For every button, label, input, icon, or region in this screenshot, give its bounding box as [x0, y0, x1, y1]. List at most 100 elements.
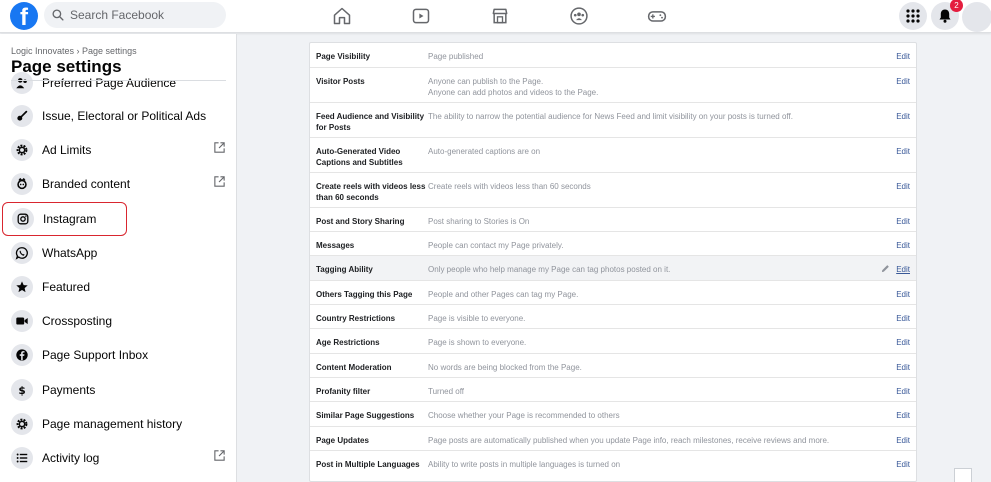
sidebar-item-label: Crossposting	[42, 314, 113, 328]
setting-value: Page published	[428, 52, 484, 61]
edit-link[interactable]: Edit	[896, 181, 910, 192]
edit-link[interactable]: Edit	[896, 337, 910, 348]
edit-link[interactable]: Edit	[896, 289, 910, 300]
edit-link[interactable]: Edit	[896, 435, 910, 446]
setting-value: Page posts are automatically published w…	[428, 436, 830, 445]
setting-label: Content Moderation	[316, 363, 392, 372]
breadcrumb: Logic Innovates › Page settings	[11, 46, 137, 56]
setting-label: Post and Story Sharing	[316, 217, 405, 226]
dollar-icon: $	[11, 379, 33, 401]
setting-label: Tagging Ability	[316, 265, 373, 274]
branded-content-icon	[11, 173, 33, 195]
setting-value: No words are being blocked from the Page…	[428, 363, 582, 372]
setting-label: Feed Audience and Visibility for Posts	[316, 112, 425, 132]
gaming-icon[interactable]	[646, 5, 668, 27]
scroll-corner-widget[interactable]	[954, 468, 972, 482]
sidebar-item-label: Preferred Page Audience	[42, 76, 177, 90]
gear-icon	[11, 139, 33, 161]
setting-value-line: Anyone can publish to the Page.	[428, 77, 544, 86]
edit-link[interactable]: Edit	[896, 410, 910, 421]
page-title: Page settings	[11, 57, 122, 76]
external-link-icon	[214, 142, 225, 153]
facebook-logo[interactable]: f	[10, 2, 38, 30]
sidebar-item-label: Featured	[42, 280, 91, 294]
edit-link[interactable]: Edit	[896, 313, 910, 324]
settings-row-age-restrictions[interactable]: Age Restrictions Page is shown to everyo…	[310, 329, 916, 354]
settings-row-profanity-filter[interactable]: Profanity filter Turned off Edit	[310, 378, 916, 402]
sidebar-item-page-management-history[interactable]: Page management history	[2, 407, 226, 441]
profile-avatar[interactable]	[962, 2, 991, 32]
star-icon	[11, 276, 33, 298]
edit-link[interactable]: Edit	[896, 111, 910, 122]
edit-link[interactable]: Edit	[896, 459, 910, 470]
setting-label: Page Visibility	[316, 52, 371, 61]
sidebar-item-label: Page management history	[42, 417, 183, 431]
edit-link[interactable]: Edit	[896, 386, 910, 397]
title-divider	[11, 80, 226, 81]
sidebar-item-whatsapp[interactable]: WhatsApp	[2, 236, 226, 270]
settings-row-others-tagging[interactable]: Others Tagging this Page People and othe…	[310, 281, 916, 305]
sidebar-item-label: Ad Limits	[42, 143, 92, 157]
groups-icon[interactable]	[568, 5, 590, 27]
instagram-icon	[12, 208, 34, 230]
edit-link[interactable]: Edit	[896, 216, 910, 227]
settings-row-auto-captions[interactable]: Auto-Generated Video Captions and Subtit…	[310, 138, 916, 173]
facebook-logo-letter: f	[20, 4, 28, 30]
notification-count-badge: 2	[950, 0, 963, 12]
menu-grid-icon[interactable]	[899, 2, 927, 30]
settings-row-country-restrictions[interactable]: Country Restrictions Page is visible to …	[310, 305, 916, 329]
settings-sidebar: Preferred Page Audience Logic Innovates …	[0, 34, 237, 482]
setting-value: Create reels with videos less than 60 se…	[428, 182, 591, 191]
settings-row-visitor-posts[interactable]: Visitor Posts Anyone can publish to the …	[310, 68, 916, 103]
settings-row-tagging-ability[interactable]: Tagging Ability Only people who help man…	[310, 256, 916, 281]
list-icon	[11, 447, 33, 469]
sidebar-item-page-support-inbox[interactable]: Page Support Inbox	[2, 338, 226, 372]
settings-row-page-visibility[interactable]: Page Visibility Page published Edit	[310, 43, 916, 68]
sidebar-item-label: Issue, Electoral or Political Ads	[42, 109, 207, 123]
settings-row-create-reels[interactable]: Create reels with videos less than 60 se…	[310, 173, 916, 208]
sidebar-item-label: WhatsApp	[42, 246, 98, 260]
settings-row-messages[interactable]: Messages People can contact my Page priv…	[310, 232, 916, 256]
general-settings-panel: Page Visibility Page published Edit Visi…	[309, 42, 917, 482]
search-input[interactable]	[70, 8, 220, 22]
search-icon	[52, 9, 64, 21]
edit-link[interactable]: Edit	[896, 362, 910, 373]
setting-label: Create reels with videos less than 60 se…	[316, 182, 426, 202]
sidebar-item-activity-log[interactable]: Activity log	[2, 441, 226, 475]
setting-value-line: Anyone can add photos and videos to the …	[428, 88, 599, 97]
sidebar-item-political-ads[interactable]: Issue, Electoral or Political Ads	[2, 99, 226, 133]
settings-row-page-updates[interactable]: Page Updates Page posts are automaticall…	[310, 427, 916, 451]
sidebar-item-crossposting[interactable]: Crossposting	[2, 304, 226, 338]
edit-link[interactable]: Edit	[896, 51, 910, 62]
sidebar-item-payments[interactable]: $ Payments	[2, 373, 226, 407]
setting-value: Anyone can publish to the Page. Anyone ca…	[428, 76, 868, 98]
settings-row-post-multiple-languages[interactable]: Post in Multiple Languages Ability to wr…	[310, 451, 916, 481]
settings-row-content-moderation[interactable]: Content Moderation No words are being bl…	[310, 354, 916, 378]
political-ads-icon	[11, 105, 33, 127]
sidebar-item-branded-content[interactable]: Branded content	[2, 167, 226, 201]
settings-row-feed-audience[interactable]: Feed Audience and Visibility for Posts T…	[310, 103, 916, 138]
search-box[interactable]	[44, 2, 226, 28]
edit-link[interactable]: Edit	[896, 240, 910, 251]
edit-link[interactable]: Edit	[896, 76, 910, 87]
home-icon[interactable]	[331, 5, 353, 27]
notifications-bell-icon[interactable]: 2	[931, 0, 963, 30]
setting-value: People can contact my Page privately.	[428, 241, 564, 250]
watch-icon[interactable]	[410, 5, 432, 27]
setting-label: Age Restrictions	[316, 338, 380, 347]
video-camera-icon	[11, 310, 33, 332]
setting-label: Profanity filter	[316, 387, 371, 396]
settings-row-post-story-sharing[interactable]: Post and Story Sharing Post sharing to S…	[310, 208, 916, 232]
pencil-icon	[881, 265, 889, 273]
external-link-icon	[214, 450, 225, 461]
facebook-icon	[11, 344, 33, 366]
marketplace-icon[interactable]	[489, 5, 511, 27]
sidebar-item-ad-limits[interactable]: Ad Limits	[2, 133, 226, 167]
sidebar-item-instagram[interactable]: Instagram	[2, 202, 127, 236]
sidebar-item-label: Payments	[42, 383, 96, 397]
edit-link[interactable]: Edit	[896, 264, 910, 275]
settings-row-similar-page-suggestions[interactable]: Similar Page Suggestions Choose whether …	[310, 402, 916, 427]
edit-link[interactable]: Edit	[896, 146, 910, 157]
svg-text:$: $	[18, 385, 25, 397]
sidebar-item-featured[interactable]: Featured	[2, 270, 226, 304]
